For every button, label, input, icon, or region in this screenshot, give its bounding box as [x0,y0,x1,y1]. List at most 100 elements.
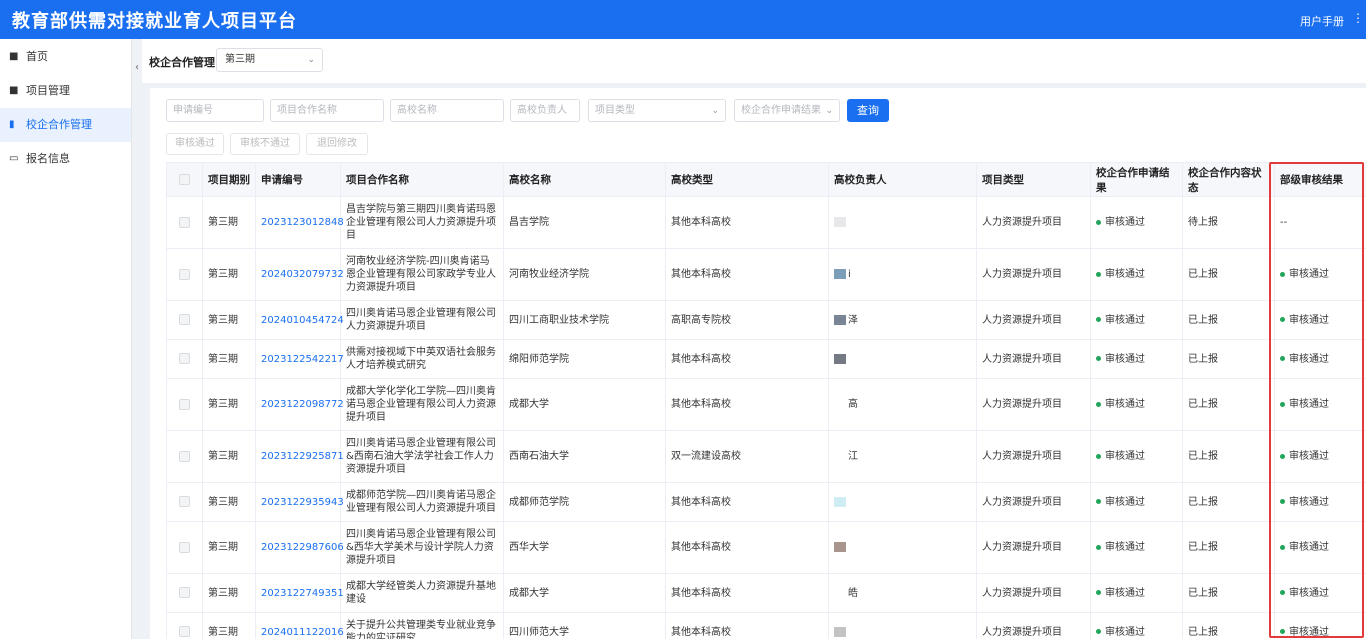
return-button[interactable]: 退回修改 [306,133,368,155]
apply-no-input[interactable]: 申请编号 [166,99,264,122]
redacted-block [834,269,846,279]
apply-result-cell: 审核通过 [1090,196,1183,249]
content-status-cell: 已上报 [1182,573,1275,613]
apply-result: 审核通过 [1105,496,1145,508]
sidebar-collapse-icon[interactable]: ‹ [132,60,142,76]
project-type-cell: 人力资源提升项目 [976,378,1091,431]
apply-code-link[interactable]: 2023122098772 [255,378,344,431]
leader-fragment: 江 [848,451,858,462]
project-type-cell: 人力资源提升项目 [976,248,1091,301]
document-icon: ▮ [9,119,15,130]
coop-name-input[interactable]: 项目合作名称 [270,99,384,122]
content-status-cell: 已上报 [1182,248,1275,301]
query-button[interactable]: 查询 [847,99,889,122]
column-header: 项目合作名称 [340,162,504,197]
user-manual-link[interactable]: 用户手册 [1300,13,1344,29]
school-name-input[interactable]: 高校名称 [390,99,504,122]
sidebar-item-cooperation-management[interactable]: ▮ 校企合作管理 [0,108,131,142]
row-select-cell[interactable] [166,612,203,639]
school-type-cell: 高职高专院校 [665,300,829,340]
apply-result-cell: 审核通过 [1090,573,1183,613]
period-cell: 第三期 [202,339,256,379]
apply-code-link[interactable]: 2023122935943 [255,482,344,522]
apply-result: 审核通过 [1105,626,1145,638]
row-checkbox[interactable] [179,353,190,364]
status-dot [1096,317,1101,322]
row-select-cell[interactable] [166,339,203,379]
row-checkbox[interactable] [179,398,190,410]
apply-code-link[interactable]: 2023123012848 [255,196,344,249]
sub-header: 校企合作管理 第三期 ⌄ [142,39,1366,83]
row-checkbox[interactable] [179,450,190,462]
row-select-cell[interactable] [166,248,203,301]
school-leader-input[interactable]: 高校负责人 [510,99,580,122]
apply-result: 审核通过 [1105,314,1145,326]
sidebar-item-registration[interactable]: ▭ 报名信息 [0,142,131,176]
coop-name-cell: 昌吉学院与第三期四川奥肯诺玛恩企业管理有限公司人力资源提升项目 [340,196,504,249]
apply-code-link[interactable]: 2024011122016 [255,612,344,639]
redacted-block [834,626,846,637]
more-icon[interactable]: ⋮ [1352,11,1364,25]
status-dot [1280,629,1285,634]
select-all-checkbox[interactable] [179,174,190,185]
reject-button[interactable]: 审核不通过 [230,133,300,155]
school-leader-cell: 高 [828,378,977,431]
apply-result-select[interactable]: 校企合作申请结果 ⌄ [734,99,840,122]
row-checkbox[interactable] [179,541,190,553]
period-value: 第三期 [225,54,255,65]
apply-code-link[interactable]: 2023122987606 [255,521,344,574]
apply-result-cell: 审核通过 [1090,612,1183,639]
apply-result: 审核通过 [1105,269,1145,280]
period-cell: 第三期 [202,612,256,639]
period-cell: 第三期 [202,430,256,483]
apply-code-link[interactable]: 2023122749351 [255,573,344,613]
ministry-result: 审核通过 [1289,314,1329,326]
coop-name-cell: 关于提升公共管理类专业就业竞争能力的实证研究 [340,612,504,639]
approve-button[interactable]: 审核通过 [166,133,224,155]
row-select-cell[interactable] [166,521,203,574]
apply-result: 审核通过 [1105,451,1145,462]
period-select[interactable]: 第三期 ⌄ [216,48,323,72]
row-select-cell[interactable] [166,430,203,483]
school-leader-cell: i [828,248,977,301]
coop-name-cell: 河南牧业经济学院-四川奥肯诺马恩企业管理有限公司家政学专业人力资源提升项目 [340,248,504,301]
row-checkbox[interactable] [179,587,190,598]
row-select-cell[interactable] [166,573,203,613]
school-type-cell: 其他本科高校 [665,521,829,574]
apply-code-link[interactable]: 2024032079732 [255,248,344,301]
project-type-cell: 人力资源提升项目 [976,521,1091,574]
row-checkbox[interactable] [179,626,190,637]
project-type-select[interactable]: 项目类型 ⌄ [588,99,726,122]
status-dot [1280,401,1285,407]
apply-code-link[interactable]: 2023122925871 [255,430,344,483]
table-row: 第三期 2023122749351 成都大学经管类人力资源提升基地建设 成都大学 其他本… [166,573,1366,613]
row-checkbox[interactable] [179,216,190,228]
coop-name-cell: 成都大学化学化工学院—四川奥肯诺马恩企业管理有限公司人力资源提升项目 [340,378,504,431]
row-select-cell[interactable] [166,300,203,340]
table-row: 第三期 2023123012848 昌吉学院与第三期四川奥肯诺玛恩企业管理有限公司人… [166,196,1366,249]
row-select-cell[interactable] [166,482,203,522]
row-checkbox[interactable] [179,268,190,280]
status-dot [1096,629,1101,634]
status-dot [1096,401,1101,407]
table-row: 第三期 2024010454724 四川奥肯诺马恩企业管理有限公司人力资源提升项目四… [166,300,1366,340]
row-select-cell[interactable] [166,196,203,249]
status-dot [1096,499,1101,504]
select-all-cell[interactable] [166,162,203,197]
redacted-block [834,451,846,461]
apply-code-link[interactable]: 2023122542217 [255,339,344,379]
chevron-down-icon: ⌄ [307,55,315,65]
sidebar-item-home[interactable]: ■ 首页 [0,40,131,74]
row-select-cell[interactable] [166,378,203,431]
ministry-result: 审核通过 [1289,451,1329,462]
row-checkbox[interactable] [179,314,190,325]
row-checkbox[interactable] [179,496,190,507]
ministry-result-cell: 审核通过 [1274,521,1366,574]
school-name-cell: 四川师范大学 [503,612,666,639]
status-dot [1096,453,1101,459]
project-type-cell: 人力资源提升项目 [976,430,1091,483]
ministry-result-cell: 审核通过 [1274,378,1366,431]
sidebar-item-project-management[interactable]: ■ 项目管理 [0,74,131,108]
school-type-cell: 其他本科高校 [665,612,829,639]
apply-code-link[interactable]: 2024010454724 [255,300,344,340]
